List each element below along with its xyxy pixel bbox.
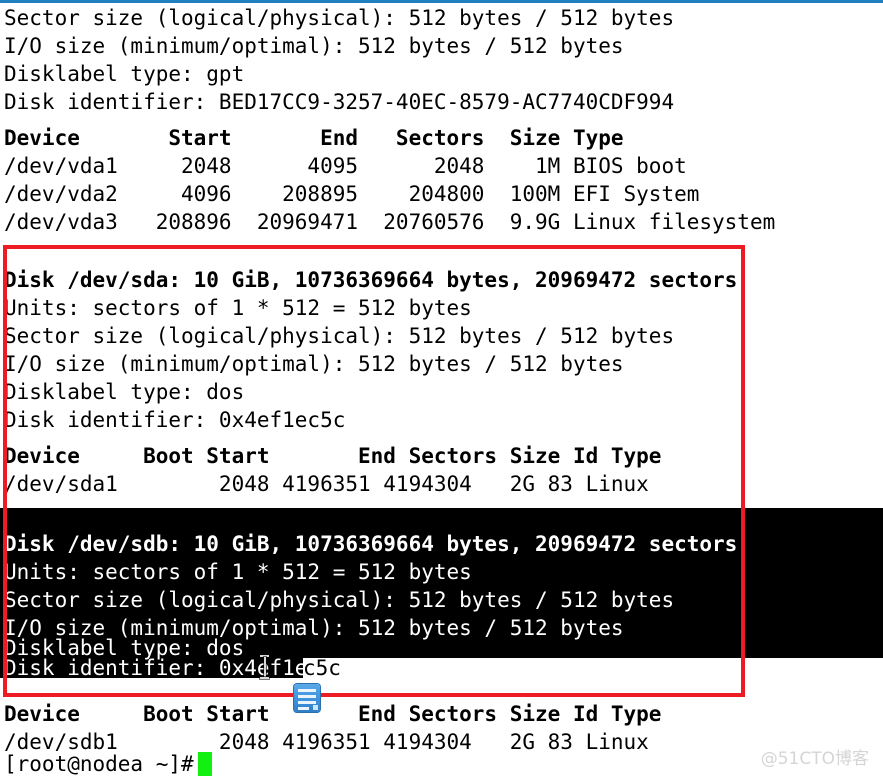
terminal-screenshot: Sector size (logical/physical): 512 byte… xyxy=(0,0,883,781)
terminal-line: I/O size (minimum/optimal): 512 bytes / … xyxy=(4,352,624,376)
terminal-line: c5c xyxy=(303,656,341,680)
terminal-line: /dev/vda1 2048 4095 2048 1M BIOS boot xyxy=(4,154,687,178)
terminal-line: [root@nodea ~]# xyxy=(4,752,194,776)
terminal-line: Units: sectors of 1 * 512 = 512 bytes xyxy=(4,560,472,584)
terminal-line: /dev/vda2 4096 208895 204800 100M EFI Sy… xyxy=(4,182,700,206)
terminal-line: /dev/sda1 2048 4196351 4194304 2G 83 Lin… xyxy=(4,472,649,496)
watermark-label: @51CTO博客 xyxy=(760,749,869,769)
terminal-output[interactable]: Sector size (logical/physical): 512 byte… xyxy=(0,0,883,781)
terminal-line: Disklabel type: dos xyxy=(4,380,245,404)
terminal-line: Device Boot Start End Sectors Size Id Ty… xyxy=(4,702,662,726)
terminal-line: Disk identifier: 0x4ef1e xyxy=(4,656,308,680)
document-marker-icon[interactable] xyxy=(294,684,320,712)
terminal-line: Sector size (logical/physical): 512 byte… xyxy=(4,588,675,612)
terminal-line: Disk /dev/sdb: 10 GiB, 10736369664 bytes… xyxy=(4,532,738,556)
terminal-line: Disk identifier: 0x4ef1ec5c xyxy=(4,408,346,432)
terminal-line: Disk /dev/sda: 10 GiB, 10736369664 bytes… xyxy=(4,268,738,292)
terminal-line: Sector size (logical/physical): 512 byte… xyxy=(4,324,675,348)
terminal-cursor-block xyxy=(198,752,212,776)
terminal-line: Disk identifier: BED17CC9-3257-40EC-8579… xyxy=(4,90,675,114)
terminal-line: Disklabel type: gpt xyxy=(4,62,245,86)
terminal-line: I/O size (minimum/optimal): 512 bytes / … xyxy=(4,34,624,58)
terminal-line: Device Boot Start End Sectors Size Id Ty… xyxy=(4,444,662,468)
terminal-line: /dev/vda3 208896 20969471 20760576 9.9G … xyxy=(4,210,776,234)
terminal-line: Device Start End Sectors Size Type xyxy=(4,126,624,150)
terminal-line: Sector size (logical/physical): 512 byte… xyxy=(4,6,675,30)
terminal-line: Units: sectors of 1 * 512 = 512 bytes xyxy=(4,296,472,320)
